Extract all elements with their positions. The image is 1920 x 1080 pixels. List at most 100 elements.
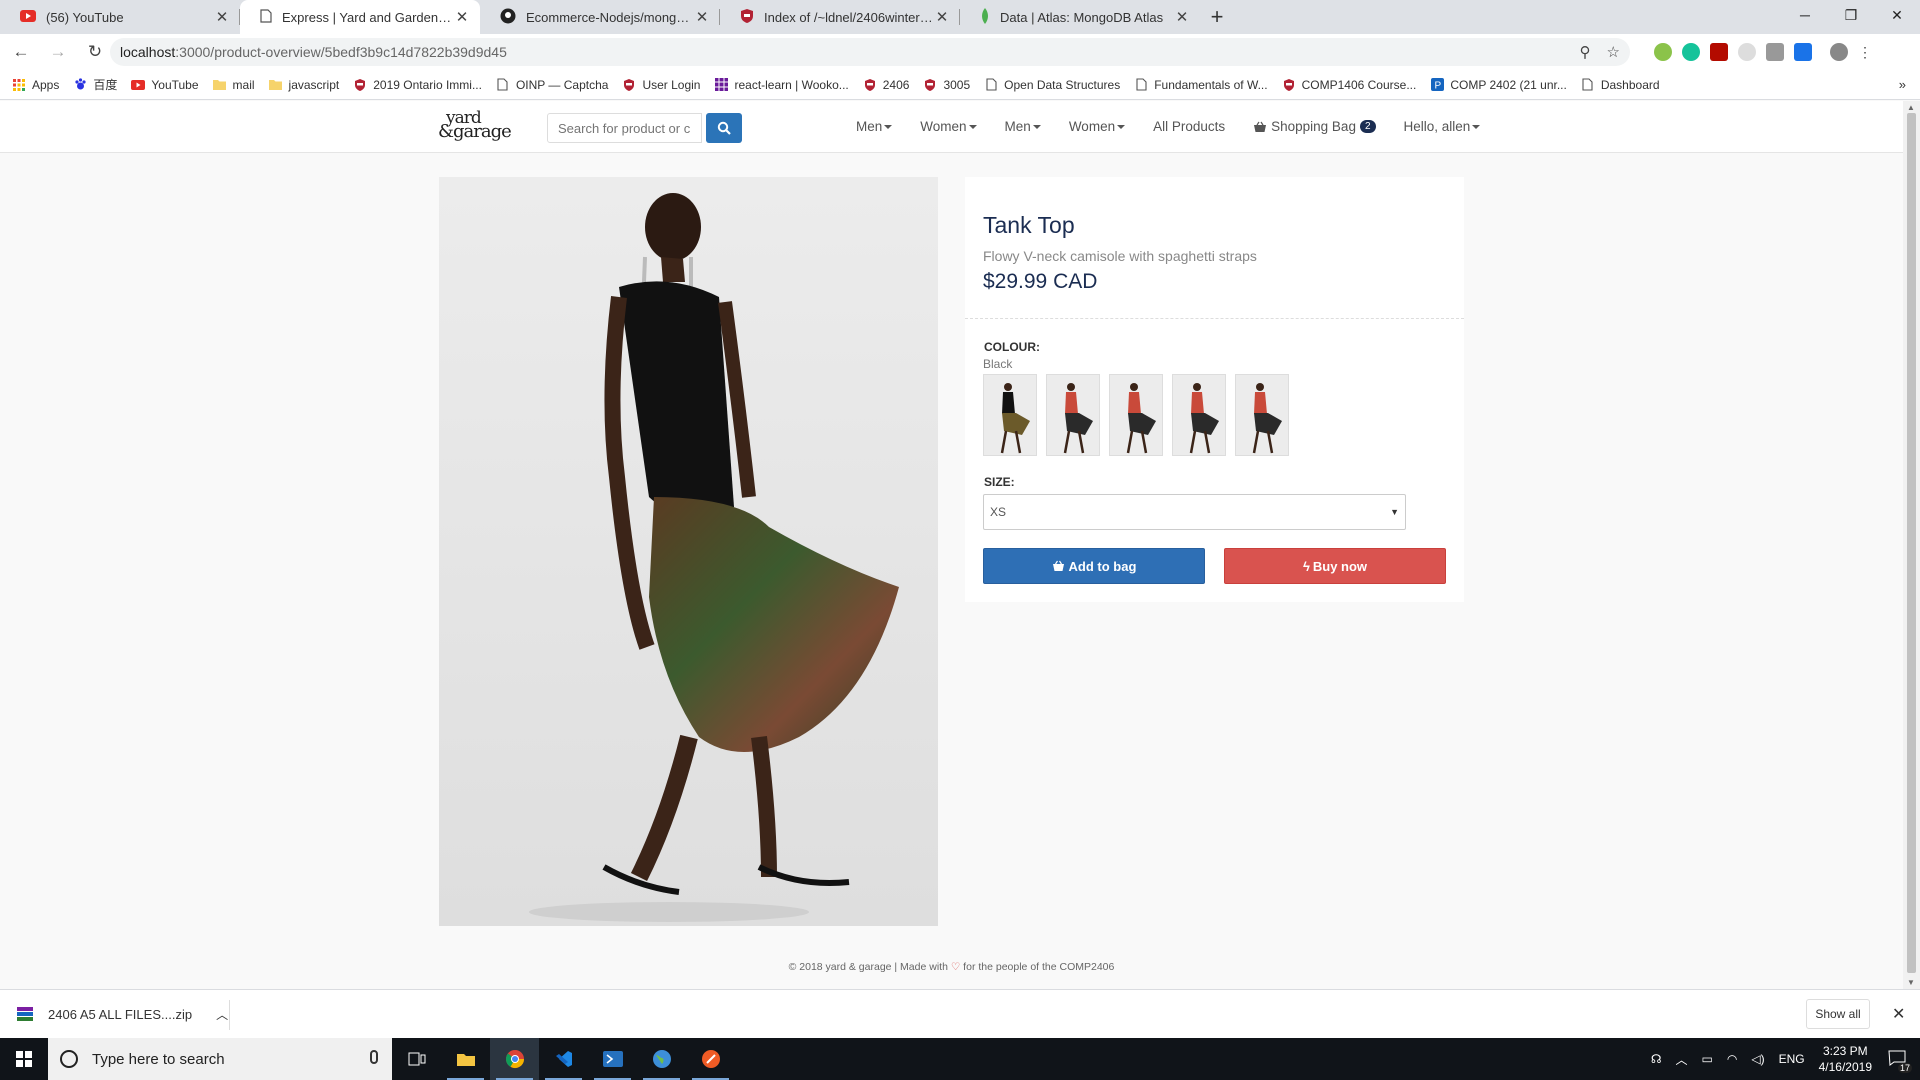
bookmark-item[interactable]: 2019 Ontario Immi...: [353, 78, 482, 92]
task-view-icon[interactable]: [392, 1038, 441, 1080]
powershell-icon[interactable]: [588, 1038, 637, 1080]
minimize-icon[interactable]: ─: [1782, 0, 1828, 30]
restore-icon[interactable]: ❐: [1828, 0, 1874, 30]
shopping-bag-link[interactable]: Shopping Bag 2: [1253, 119, 1376, 134]
apps-grid-icon: [12, 78, 26, 92]
tab-youtube[interactable]: (56) YouTube ✕: [0, 0, 240, 34]
search-input[interactable]: [547, 113, 702, 143]
chevron-up-icon[interactable]: ︿: [1676, 1051, 1688, 1068]
extension-grey-icon[interactable]: [1738, 43, 1756, 61]
bookmark-item[interactable]: react-learn | Wooko...: [714, 78, 849, 92]
battery-icon[interactable]: ▭: [1702, 1052, 1713, 1066]
close-download-bar-icon[interactable]: ✕: [1892, 1004, 1905, 1024]
bookmark-item[interactable]: 2406: [863, 77, 910, 92]
globe-app-icon[interactable]: [637, 1038, 686, 1080]
close-tab-icon[interactable]: ✕: [934, 8, 950, 26]
notifications-icon[interactable]: 17: [1888, 1050, 1912, 1073]
add-to-bag-button[interactable]: Add to bag: [983, 548, 1205, 584]
menu-men-dropdown[interactable]: Men: [856, 119, 893, 134]
extension-window-icon[interactable]: [1766, 43, 1784, 61]
clock[interactable]: 3:23 PM 4/16/2019: [1819, 1043, 1872, 1075]
reload-icon[interactable]: ↻: [79, 36, 111, 68]
profile-avatar-icon[interactable]: [1830, 43, 1848, 61]
scroll-up-arrow-icon[interactable]: ▲: [1907, 103, 1915, 112]
bookmark-item[interactable]: COMP1406 Course...: [1282, 78, 1416, 92]
volume-icon[interactable]: ◁): [1751, 1052, 1764, 1066]
colour-swatch[interactable]: [1046, 374, 1100, 456]
microphone-icon[interactable]: [370, 1050, 378, 1064]
youtube-icon: [131, 78, 146, 92]
bookmark-item[interactable]: 百度: [73, 76, 117, 93]
bookmark-item[interactable]: Fundamentals of W...: [1134, 77, 1268, 92]
vscode-icon[interactable]: [539, 1038, 588, 1080]
tab-github[interactable]: Ecommerce-Nodejs/mongo-conf ✕: [480, 0, 720, 34]
bookmark-item[interactable]: OINP — Captcha: [496, 78, 608, 92]
size-select[interactable]: XS ▼: [983, 494, 1406, 530]
scrollbar-thumb[interactable]: [1907, 113, 1916, 973]
caret-down-icon: [884, 124, 893, 129]
bookmark-item[interactable]: YouTube: [131, 78, 199, 92]
pdf-icon[interactable]: [1710, 43, 1728, 61]
bookmark-item[interactable]: mail: [213, 78, 255, 92]
menu-women-dropdown[interactable]: Women: [920, 119, 977, 134]
bookmark-item[interactable]: Dashboard: [1581, 78, 1660, 92]
extensions-area: ⋮: [1654, 43, 1872, 61]
bookmark-item[interactable]: javascript: [269, 78, 339, 92]
people-icon[interactable]: ☊: [1651, 1052, 1662, 1066]
bookmark-star-icon[interactable]: ☆: [1607, 43, 1620, 61]
bookmark-item[interactable]: Open Data Structures: [984, 78, 1120, 92]
colour-swatch[interactable]: [1172, 374, 1226, 456]
windows-logo-icon: [16, 1051, 32, 1067]
github-icon: [500, 8, 516, 27]
caret-down-icon: [968, 124, 977, 129]
forward-arrow-icon[interactable]: →: [42, 36, 74, 68]
user-menu-dropdown[interactable]: Hello, allen: [1404, 119, 1481, 134]
scroll-down-arrow-icon[interactable]: ▼: [1907, 978, 1915, 987]
buy-now-button[interactable]: ϟ Buy now: [1224, 548, 1446, 584]
language-indicator[interactable]: ENG: [1779, 1052, 1805, 1066]
site-logo[interactable]: yard &garage: [438, 110, 518, 145]
tab-mongodb[interactable]: Data | Atlas: MongoDB Atlas ✕: [960, 0, 1200, 34]
file-explorer-icon[interactable]: [441, 1038, 490, 1080]
wifi-icon[interactable]: ◠: [1727, 1052, 1737, 1066]
info-extension-icon[interactable]: [1794, 43, 1812, 61]
chrome-icon[interactable]: [490, 1038, 539, 1080]
bookmark-item[interactable]: P COMP 2402 (21 unr...: [1430, 78, 1567, 92]
bookmark-label: Fundamentals of W...: [1154, 77, 1268, 92]
bookmark-item[interactable]: Apps: [12, 78, 59, 92]
extension-check-icon[interactable]: [1654, 43, 1672, 61]
menu-dots-icon[interactable]: ⋮: [1858, 43, 1872, 61]
new-tab-button[interactable]: +: [1200, 0, 1234, 34]
chevron-up-icon[interactable]: ︿: [216, 1006, 228, 1023]
search-button[interactable]: [706, 113, 742, 143]
show-all-button[interactable]: Show all: [1806, 999, 1870, 1029]
postman-icon[interactable]: [686, 1038, 735, 1080]
url-bar[interactable]: i localhost:3000/product-overview/5bedf3…: [110, 38, 1630, 130]
bookmark-item[interactable]: 3005: [923, 78, 970, 92]
taskbar-search-box[interactable]: Type here to search: [48, 1038, 392, 1080]
close-window-icon[interactable]: ✕: [1874, 0, 1920, 30]
bookmark-label: 3005: [943, 77, 971, 92]
tab-index[interactable]: Index of /~ldnel/2406winter2019 ✕: [720, 0, 960, 34]
page-scrollbar[interactable]: ▲ ▼: [1903, 101, 1920, 989]
close-tab-icon[interactable]: ✕: [1174, 8, 1190, 26]
colour-swatch[interactable]: [983, 374, 1037, 456]
start-button[interactable]: [0, 1038, 48, 1080]
close-tab-icon[interactable]: ✕: [454, 8, 470, 26]
colour-swatch[interactable]: [1235, 374, 1289, 456]
grammarly-icon[interactable]: [1682, 43, 1700, 61]
menu-men-dropdown-2[interactable]: Men: [1005, 119, 1041, 134]
bookmarks-overflow-icon[interactable]: »: [1899, 77, 1906, 92]
bookmark-label: 2406: [882, 77, 910, 92]
folder-icon: [269, 78, 283, 92]
tab-yard-garage[interactable]: Express | Yard and Garden Store ✕: [240, 0, 480, 34]
zoom-magnifier-icon[interactable]: ⚲: [1580, 43, 1591, 61]
close-tab-icon[interactable]: ✕: [214, 8, 230, 26]
download-item[interactable]: 2406 A5 ALL FILES....zip ︿: [16, 990, 228, 1038]
menu-women-dropdown-2[interactable]: Women: [1069, 119, 1126, 134]
bookmark-item[interactable]: User Login: [622, 78, 700, 92]
all-products-link[interactable]: All Products: [1153, 119, 1225, 134]
colour-swatch[interactable]: [1109, 374, 1163, 456]
back-arrow-icon[interactable]: ←: [5, 36, 37, 68]
close-tab-icon[interactable]: ✕: [694, 8, 710, 26]
